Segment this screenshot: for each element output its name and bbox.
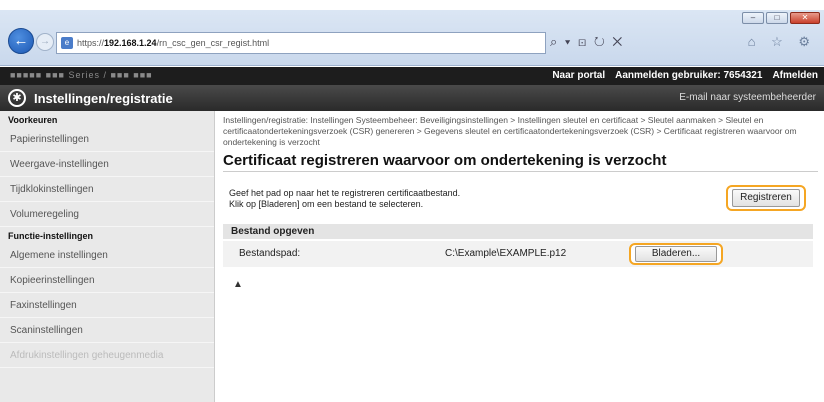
portal-link[interactable]: Naar portal — [552, 70, 605, 81]
device-name: ■■■■■ ■■■ Series / ■■■ ■■■ — [10, 70, 153, 80]
breadcrumb: Instellingen/registratie: Instellingen S… — [223, 115, 797, 147]
url-path: /rn_csc_gen_csr_regist.html — [156, 38, 270, 48]
browser-chrome: – □ ✕ ← → e https://192.168.1.24/rn_csc_… — [0, 10, 824, 66]
instruction-line-2: Klik op [Bladeren] om een bestand te sel… — [229, 199, 424, 209]
sidebar-item-clock-settings[interactable]: Tijdklokinstellingen — [0, 177, 214, 202]
address-bar[interactable]: e https://192.168.1.24/rn_csc_gen_csr_re… — [56, 32, 546, 54]
sidebar-item-fax-settings[interactable]: Faxinstellingen — [0, 293, 214, 318]
page-title: Certificaat registreren waarvoor om onde… — [223, 152, 818, 172]
minimize-button[interactable]: – — [742, 12, 764, 24]
app-title-bar: ✱ Instellingen/registratie E-mail naar s… — [0, 85, 824, 111]
page-top-band — [0, 0, 824, 10]
sidebar-item-general-settings[interactable]: Algemene instellingen — [0, 243, 214, 268]
forward-arrow-icon[interactable]: → — [36, 33, 54, 51]
sidebar-section-functions: Functie-instellingen — [8, 231, 94, 241]
app-title: Instellingen/registratie — [34, 91, 173, 106]
url-prefix: https:// — [77, 38, 105, 48]
maximize-button[interactable]: □ — [766, 12, 788, 24]
top-menu-bar: ■■■■■ ■■■ Series / ■■■ ■■■ Naar portal A… — [0, 67, 824, 85]
address-tools-icons[interactable]: ⌕ ▾ ⊡ ↻ ✕ — [550, 34, 624, 50]
back-arrow-icon[interactable]: ← — [8, 28, 34, 54]
top-links: Naar portal Aanmelden gebruiker: 7654321… — [552, 70, 818, 81]
mail-admin-link[interactable]: E-mail naar systeembeheerder — [679, 92, 816, 103]
sidebar-item-media-print-settings[interactable]: Afdrukinstellingen geheugenmedia — [0, 343, 214, 368]
sidebar-item-paper-settings[interactable]: Papierinstellingen — [0, 127, 214, 152]
register-button[interactable]: Registreren — [732, 189, 800, 207]
instruction-line-1: Geef het pad op naar het te registreren … — [229, 188, 461, 198]
sidebar-item-copy-settings[interactable]: Kopieerinstellingen — [0, 268, 214, 293]
sidebar-item-display-settings[interactable]: Weergave-instellingen — [0, 152, 214, 177]
url-host: 192.168.1.24 — [104, 38, 157, 48]
login-label: Aanmelden gebruiker: — [615, 70, 721, 81]
login-user-id: 7654321 — [723, 70, 763, 81]
sidebar-item-scan-settings[interactable]: Scaninstellingen — [0, 318, 214, 343]
close-window-button[interactable]: ✕ — [790, 12, 820, 24]
main-content: Instellingen/registratie: Instellingen S… — [223, 111, 818, 402]
window-controls: – □ ✕ — [742, 12, 820, 24]
home-favorites-settings-icons[interactable]: ⌂ ☆ ⚙ — [748, 34, 816, 50]
browse-button[interactable]: Bladeren... — [635, 246, 717, 262]
file-path-input[interactable]: C:\Example\EXAMPLE.p12 — [443, 246, 623, 262]
sidebar-item-volume[interactable]: Volumeregeling — [0, 202, 214, 227]
section-header-file: Bestand opgeven — [223, 224, 813, 239]
sidebar: Voorkeuren Papierinstellingen Weergave-i… — [0, 111, 215, 402]
instructions: Geef het pad op naar het te registreren … — [229, 188, 460, 210]
page-favicon-icon: e — [61, 37, 73, 49]
browse-button-highlight: Bladeren... — [629, 243, 723, 265]
sidebar-section-preferences: Voorkeuren — [8, 115, 58, 125]
back-to-top-icon[interactable]: ▲ — [233, 279, 243, 290]
file-path-label: Bestandspad: — [239, 248, 301, 259]
address-url: https://192.168.1.24/rn_csc_gen_csr_regi… — [77, 38, 269, 48]
login-user: Aanmelden gebruiker: 7654321 — [615, 70, 762, 81]
register-button-highlight: Registreren — [726, 185, 806, 211]
logout-link[interactable]: Afmelden — [772, 70, 818, 81]
settings-gear-icon: ✱ — [8, 89, 26, 107]
file-path-row: Bestandspad: C:\Example\EXAMPLE.p12 Blad… — [223, 241, 813, 267]
